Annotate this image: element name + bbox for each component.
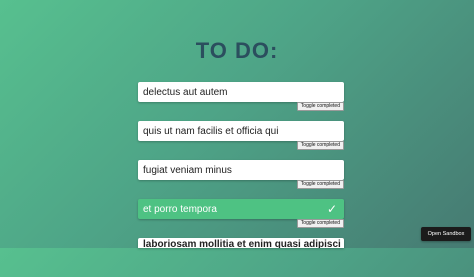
todo-item: fugiat veniam minus Toggle completed xyxy=(138,160,344,199)
todo-card[interactable]: fugiat veniam minus xyxy=(138,160,344,180)
todo-card[interactable]: quis ut nam facilis et officia qui xyxy=(138,121,344,141)
open-sandbox-button[interactable]: Open Sandbox xyxy=(421,227,471,241)
todo-card[interactable]: et porro tempora ✓ xyxy=(138,199,344,219)
todo-card[interactable]: laboriosam mollitia et enim quasi adipis… xyxy=(138,238,344,248)
todo-text: quis ut nam facilis et officia qui xyxy=(143,125,279,137)
page-title: TO DO: xyxy=(195,38,279,63)
toggle-completed-button[interactable]: Toggle completed xyxy=(296,180,344,189)
toggle-completed-button[interactable]: Toggle completed xyxy=(296,141,344,150)
todo-item: laboriosam mollitia et enim quasi adipis… xyxy=(138,238,344,277)
toggle-completed-button[interactable]: Toggle completed xyxy=(296,219,344,228)
todo-text: et porro tempora xyxy=(143,203,217,215)
checkmark-icon: ✓ xyxy=(326,202,337,216)
todo-card[interactable]: delectus aut autem xyxy=(138,82,344,102)
todo-text: fugiat veniam minus xyxy=(143,164,232,176)
todo-text: laboriosam mollitia et enim quasi adipis… xyxy=(143,239,344,248)
todo-text: delectus aut autem xyxy=(143,86,228,98)
todo-item-completed: et porro tempora ✓ Toggle completed xyxy=(138,199,344,238)
toggle-completed-button[interactable]: Toggle completed xyxy=(296,102,344,111)
todo-item: delectus aut autem Toggle completed xyxy=(138,82,344,121)
todo-item: quis ut nam facilis et officia qui Toggl… xyxy=(138,121,344,160)
